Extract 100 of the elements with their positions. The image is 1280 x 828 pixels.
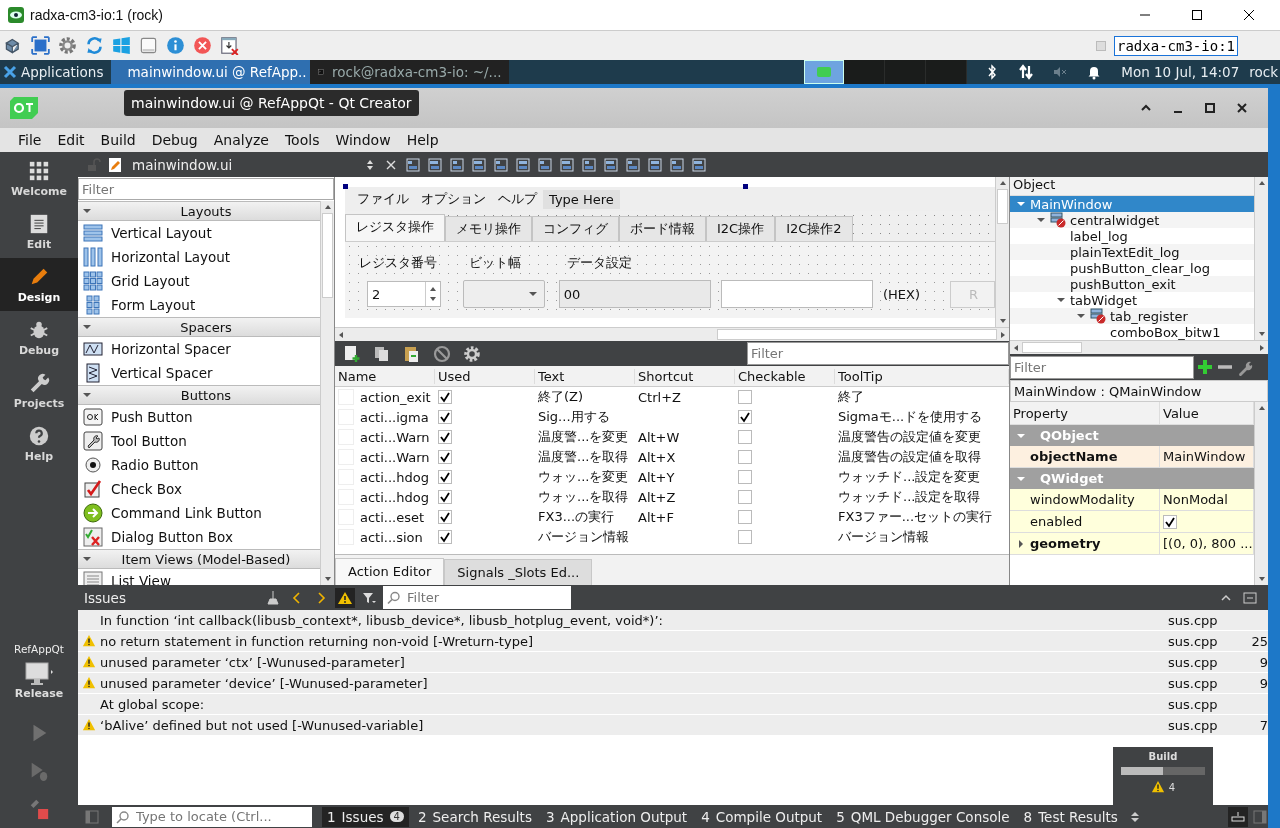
column-header[interactable]: ToolTip — [835, 368, 1009, 384]
column-header[interactable]: Text — [535, 368, 635, 384]
widget-item[interactable]: Radio Button — [78, 453, 320, 477]
issue-message[interactable]: no return statement in function returning non-void [-Wreturn-type] — [100, 633, 1168, 649]
host-field[interactable]: radxa-cm3-io:1 — [1114, 35, 1238, 56]
category-header[interactable]: Item Views (Model-Based) — [78, 549, 320, 569]
menu-item[interactable]: Debug — [141, 132, 204, 148]
issue-message[interactable]: At global scope: — [100, 696, 1168, 712]
mode-button[interactable]: Projects — [0, 364, 78, 417]
mode-button[interactable]: Welcome — [0, 152, 78, 205]
form-tab[interactable]: レジスタ操作 — [345, 214, 445, 241]
mode-button[interactable]: Debug — [0, 311, 78, 364]
bell-icon[interactable] — [1086, 64, 1103, 80]
maximize-icon[interactable] — [1191, 9, 1203, 21]
expand-arrow-icon[interactable] — [1036, 215, 1046, 225]
layout-tool-icon[interactable] — [405, 156, 421, 173]
tree-item[interactable]: plainTextEdit_log — [1010, 244, 1254, 260]
layout-tool-icon[interactable] — [691, 156, 707, 173]
spin-box[interactable]: 2 — [367, 281, 442, 307]
keyboard-key-icon[interactable] — [139, 36, 158, 55]
layout-tool-icon[interactable] — [669, 156, 685, 173]
output-pane-button[interactable]: 8 Test Results — [1018, 806, 1123, 827]
property-value[interactable]: [(0, 0), 800 ... — [1163, 536, 1253, 551]
scroll-thumb[interactable] — [322, 213, 333, 298]
filter-field[interactable]: Filter — [78, 178, 334, 200]
warning-filter-icon[interactable] — [335, 587, 355, 608]
widget-item[interactable]: Tool Button — [78, 429, 320, 453]
checkbox[interactable] — [438, 510, 452, 524]
widget-item[interactable]: Grid Layout — [78, 269, 320, 293]
checkbox[interactable] — [738, 510, 752, 524]
column-header[interactable]: Property — [1010, 402, 1160, 424]
widget-item[interactable]: Form Layout — [78, 293, 320, 317]
sidebar-toggle-icon[interactable] — [1252, 808, 1268, 825]
widget-item[interactable]: Horizontal Spacer — [78, 337, 320, 361]
mode-button[interactable]: Help — [0, 417, 78, 470]
document-selector[interactable]: mainwindow.ui — [128, 156, 378, 173]
prohibited-icon[interactable] — [433, 344, 451, 363]
mode-button[interactable]: Design — [0, 258, 78, 311]
network-arrows-icon[interactable] — [1018, 64, 1035, 80]
editor-tab[interactable]: Action Editor — [335, 558, 445, 585]
scroll-up-icon[interactable] — [323, 203, 332, 211]
disconnect-icon[interactable] — [193, 36, 212, 55]
output-pane-button[interactable]: 2 Search Results — [412, 806, 537, 827]
checkbox[interactable] — [438, 410, 452, 424]
selection-handle[interactable] — [343, 184, 348, 189]
refresh-icon[interactable] — [85, 36, 104, 55]
form-menu-item[interactable]: ファイル — [351, 190, 415, 208]
category-header[interactable]: Layouts — [78, 201, 320, 221]
form-menu-item[interactable]: ヘルプ — [492, 190, 543, 208]
taskbar-button[interactable]: rock@radxa-cm3-io: ~/... — [310, 60, 510, 84]
tree-item[interactable]: pushButton_exit — [1010, 276, 1254, 292]
form-tab[interactable]: コンフィグ — [532, 216, 619, 241]
taskbar-button[interactable]: mainwindow.ui @ RefApp.. — [111, 60, 311, 84]
form-menu-item[interactable]: オプション — [415, 190, 492, 208]
tree-item[interactable]: tab_register — [1010, 308, 1254, 324]
property-value[interactable]: MainWindow — [1163, 449, 1246, 464]
mode-button[interactable]: Edit — [0, 205, 78, 258]
column-header[interactable]: Shortcut — [635, 368, 735, 384]
form-tab[interactable]: ボード情報 — [619, 216, 706, 241]
filter-field[interactable]: Filter — [747, 342, 1009, 365]
scrollbar[interactable] — [995, 177, 1009, 327]
widget-item[interactable]: Vertical Spacer — [78, 361, 320, 385]
category-header[interactable]: Buttons — [78, 385, 320, 405]
checkbox[interactable] — [1163, 514, 1177, 529]
tree-item[interactable]: MainWindow — [1010, 196, 1254, 212]
output-pane-button[interactable]: 5 QML Debugger Console — [831, 806, 1015, 827]
expand-arrow-icon[interactable] — [1016, 199, 1026, 209]
scroll-thumb[interactable] — [1022, 342, 1082, 353]
scroll-left-icon[interactable] — [337, 330, 345, 339]
menu-item[interactable]: Tools — [274, 132, 326, 148]
widget-item[interactable]: Dialog Button Box — [78, 525, 320, 549]
scroll-down-icon[interactable] — [323, 575, 332, 583]
scrollbar[interactable] — [320, 201, 334, 585]
scroll-left-icon[interactable] — [1012, 343, 1020, 352]
scroll-right-icon[interactable] — [999, 330, 1007, 339]
scrollbar[interactable] — [335, 327, 1009, 341]
column-header[interactable]: Used — [435, 368, 535, 384]
filter-field[interactable]: Filter — [405, 586, 571, 609]
scroll-up-icon[interactable] — [998, 179, 1007, 187]
sidebar-toggle-icon[interactable] — [84, 808, 100, 825]
tree-item[interactable]: centralwidget — [1010, 212, 1254, 228]
checkbox[interactable] — [738, 490, 752, 504]
checkbox[interactable] — [438, 490, 452, 504]
expand-arrow-icon[interactable] — [1056, 295, 1066, 305]
selection-handle[interactable] — [743, 184, 748, 189]
progress-toggle-icon[interactable] — [1228, 806, 1248, 827]
applications-menu[interactable]: Applications — [0, 60, 112, 84]
layout-tool-icon[interactable] — [427, 156, 443, 173]
maximize-icon[interactable] — [1204, 102, 1216, 114]
expand-arrow-icon[interactable] — [1076, 311, 1086, 321]
form-tab[interactable]: I2C操作2 — [775, 216, 853, 241]
layout-tool-icon[interactable] — [449, 156, 465, 173]
layout-tool-icon[interactable] — [493, 156, 509, 173]
expand-arrow-icon[interactable] — [1016, 538, 1026, 549]
column-header[interactable]: Object — [1010, 177, 1254, 196]
checkbox[interactable] — [438, 430, 452, 444]
layout-tool-icon[interactable] — [625, 156, 641, 173]
scroll-thumb[interactable] — [717, 329, 997, 340]
checkbox[interactable] — [438, 450, 452, 464]
menu-item[interactable]: Build — [90, 132, 142, 148]
